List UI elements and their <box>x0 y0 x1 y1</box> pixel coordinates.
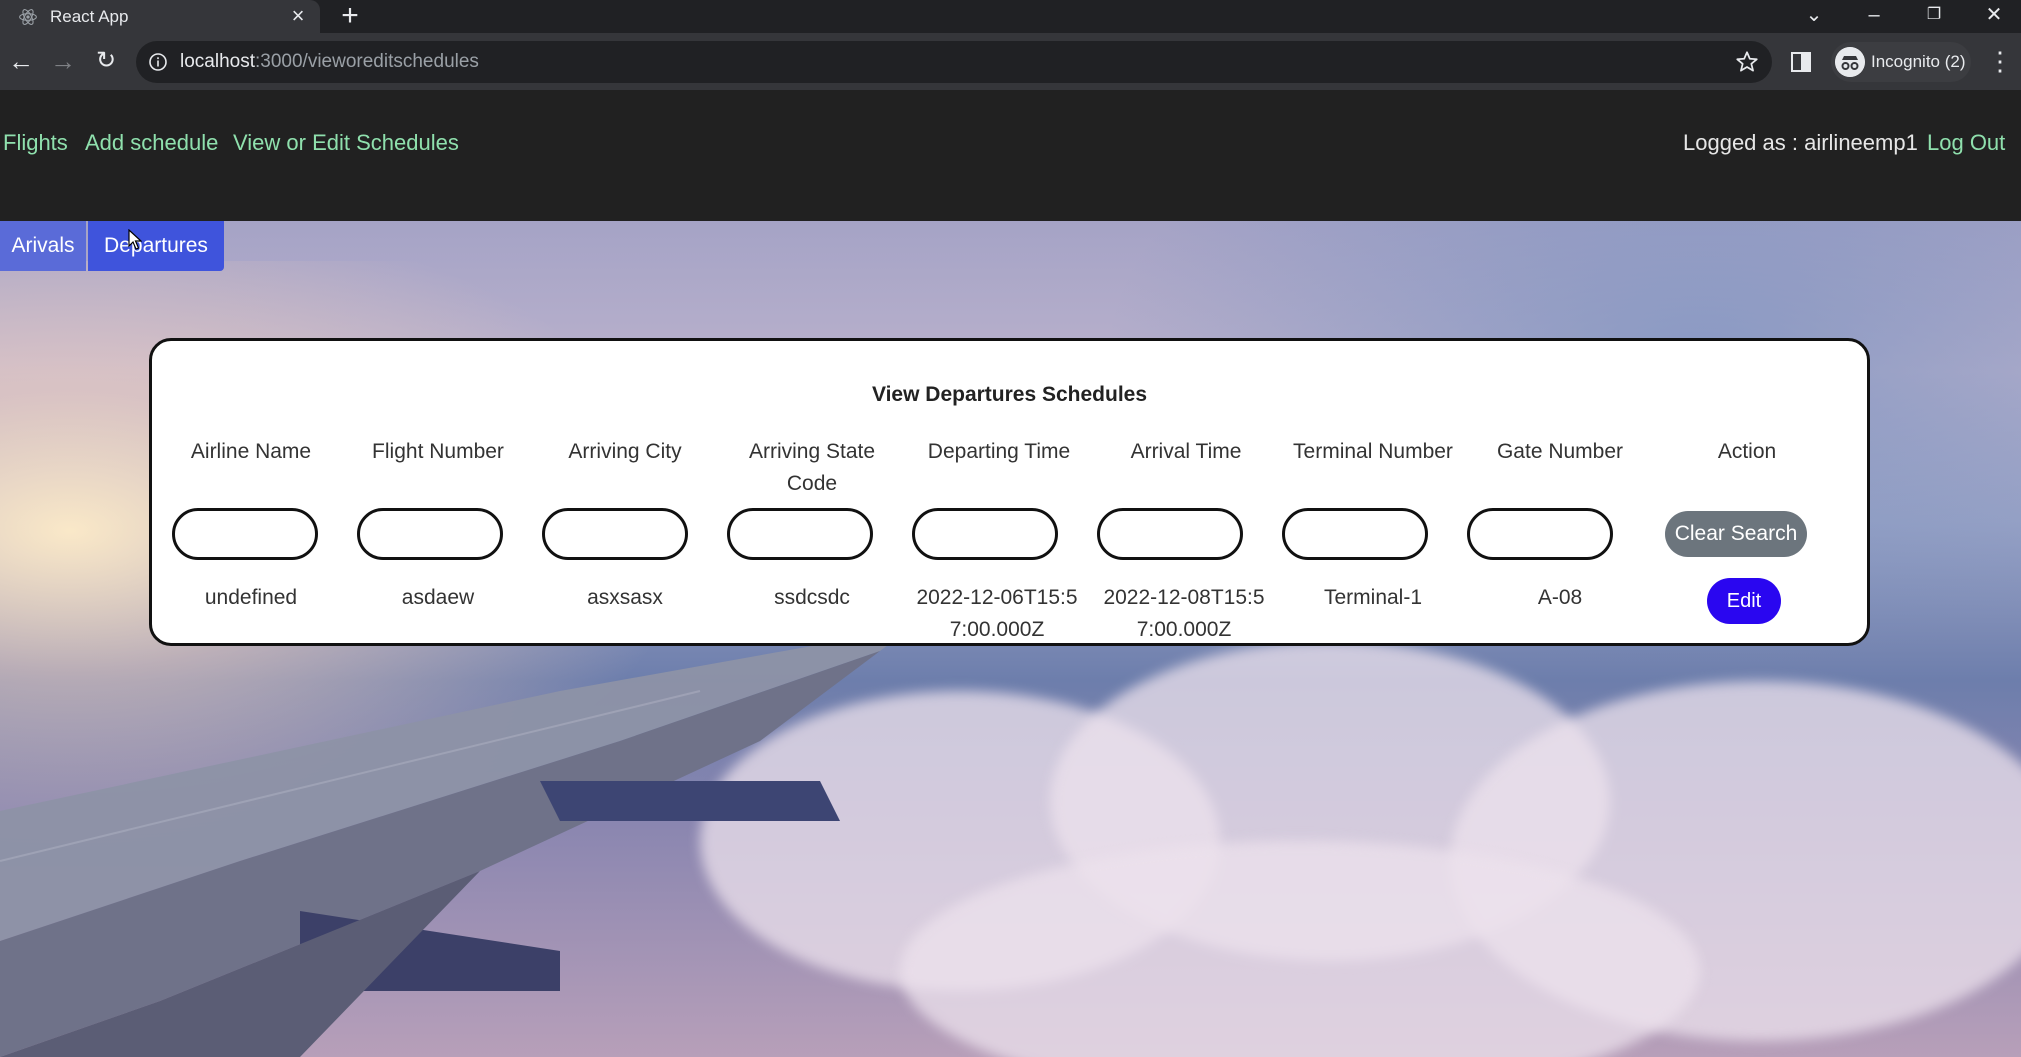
column-header-arriving-state-code: Arriving State Code <box>748 440 876 495</box>
address-bar[interactable]: localhost:3000/vieworeditschedules <box>136 41 1772 83</box>
reload-icon[interactable]: ↻ <box>88 43 124 79</box>
nav-view-edit-schedules-link[interactable]: View or Edit Schedules <box>233 130 459 156</box>
filter-arriving-state-code-input[interactable] <box>727 508 873 560</box>
column-header-departing-time: Departing Time <box>927 440 1071 463</box>
column-header-action: Action <box>1717 440 1777 463</box>
card-title: View Departures Schedules <box>871 383 1148 406</box>
cell-departing-time: 2022-12-06T15:57:00.000Z <box>916 586 1078 641</box>
app-navbar: Flights Add schedule View or Edit Schedu… <box>0 90 2021 221</box>
profile-label: Incognito (2) <box>1871 52 1966 71</box>
tab-departures[interactable]: Departures <box>88 221 224 271</box>
url-text: localhost:3000/vieworeditschedules <box>180 51 479 73</box>
filter-flight-number-input[interactable] <box>357 508 503 560</box>
column-header-gate-number: Gate Number <box>1496 440 1624 463</box>
star-icon[interactable] <box>1734 49 1760 75</box>
browser-tab[interactable]: React App × <box>0 0 320 33</box>
column-header-arriving-city: Arriving City <box>568 440 682 463</box>
clear-search-button[interactable]: Clear Search <box>1665 511 1807 557</box>
cell-arrival-time: 2022-12-08T15:57:00.000Z <box>1103 586 1265 641</box>
column-header-terminal-number: Terminal Number <box>1293 440 1453 463</box>
column-header-flight-number: Flight Number <box>372 440 504 463</box>
cell-arriving-state-code: ssdcsdc <box>774 586 850 609</box>
browser-toolbar: ← → ↻ localhost:3000/vieworeditschedules… <box>0 33 2021 90</box>
back-icon[interactable]: ← <box>3 43 39 79</box>
url-path: :3000/vieworeditschedules <box>255 51 479 72</box>
filter-gate-number-input[interactable] <box>1467 508 1613 560</box>
close-window-icon[interactable]: ✕ <box>1966 0 2021 33</box>
chevron-down-icon[interactable]: ⌄ <box>1786 0 1842 33</box>
filter-terminal-number-input[interactable] <box>1282 508 1428 560</box>
incognito-icon <box>1835 47 1865 77</box>
filter-arrival-time-input[interactable] <box>1097 508 1243 560</box>
minimize-icon[interactable]: – <box>1846 0 1902 33</box>
tab-arrivals[interactable]: Arivals <box>0 221 86 271</box>
filter-airline-name-input[interactable] <box>172 508 318 560</box>
logout-link[interactable]: Log Out <box>1927 130 2005 156</box>
plus-icon[interactable]: + <box>336 1 364 31</box>
restore-icon[interactable]: ❐ <box>1906 0 1962 33</box>
tab-title: React App <box>50 7 129 26</box>
forward-icon[interactable]: → <box>45 43 81 79</box>
sky-background: Arivals Departures View Departures Sched… <box>0 221 2021 1057</box>
react-logo-icon <box>19 9 37 25</box>
cell-airline-name: undefined <box>204 586 298 609</box>
column-header-airline-name: Airline Name <box>190 440 312 463</box>
cell-flight-number: asdaew <box>401 586 475 609</box>
cell-terminal-number: Terminal-1 <box>1323 586 1423 609</box>
schedules-card: View Departures Schedules Airline Name F… <box>149 338 1870 646</box>
edit-button[interactable]: Edit <box>1707 578 1781 624</box>
close-icon[interactable]: × <box>286 4 310 28</box>
mouse-cursor-icon <box>128 229 142 250</box>
cell-gate-number: A-08 <box>1537 586 1583 609</box>
nav-flights-link[interactable]: Flights <box>3 130 68 156</box>
column-header-arrival-time: Arrival Time <box>1130 440 1242 463</box>
filter-arriving-city-input[interactable] <box>542 508 688 560</box>
logged-in-user: Logged as : airlineemp1 <box>1683 130 1918 155</box>
nav-add-schedule-link[interactable]: Add schedule <box>85 130 218 156</box>
cell-arriving-city: asxsasx <box>587 586 663 609</box>
url-host: localhost <box>180 51 255 72</box>
side-panel-icon[interactable] <box>1789 50 1813 74</box>
filter-departing-time-input[interactable] <box>912 508 1058 560</box>
kebab-menu-icon[interactable]: ⋮ <box>1987 45 2013 79</box>
info-icon[interactable] <box>148 52 168 72</box>
incognito-profile-button[interactable]: Incognito (2) <box>1831 42 1971 82</box>
browser-tab-strip: React App × + ⌄ – ❐ ✕ <box>0 0 2021 33</box>
